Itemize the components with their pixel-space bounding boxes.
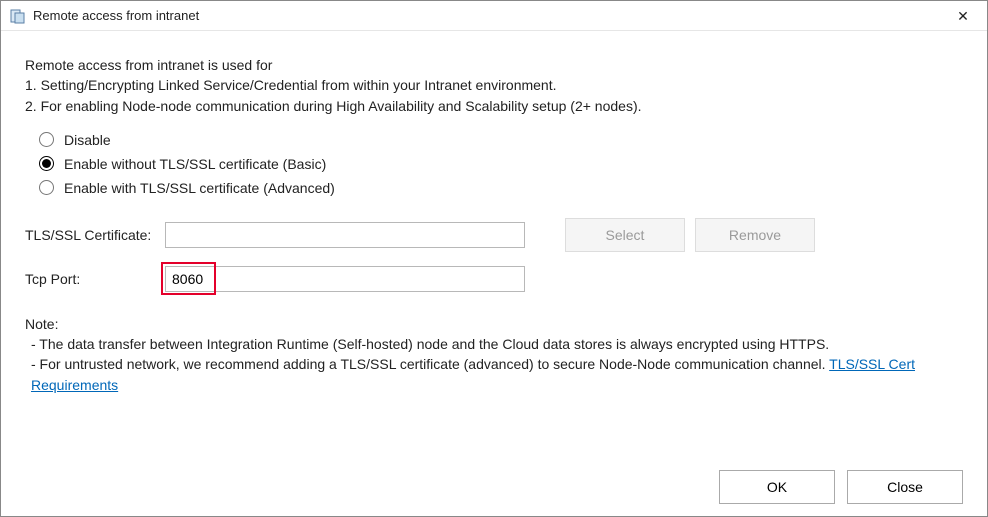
close-footer-button[interactable]: Close — [847, 470, 963, 504]
radio-advanced-label: Enable with TLS/SSL certificate (Advance… — [64, 180, 335, 196]
remove-button: Remove — [695, 218, 815, 252]
titlebar: Remote access from intranet ✕ — [1, 1, 987, 31]
content-area: Remote access from intranet is used for … — [1, 31, 987, 516]
intro-line-1: Remote access from intranet is used for — [25, 55, 963, 75]
note-heading: Note: — [25, 314, 963, 334]
note-line-1: - The data transfer between Integration … — [25, 334, 963, 354]
tcp-port-input[interactable] — [165, 266, 525, 292]
close-icon: ✕ — [957, 9, 969, 23]
radio-group: Disable Enable without TLS/SSL certifica… — [39, 132, 963, 196]
tcp-row: Tcp Port: — [25, 266, 963, 292]
intro-line-2: 1. Setting/Encrypting Linked Service/Cre… — [25, 75, 963, 95]
note-section: Note: - The data transfer between Integr… — [25, 314, 963, 395]
window-title: Remote access from intranet — [33, 8, 943, 23]
ok-button[interactable]: OK — [719, 470, 835, 504]
intro-line-3: 2. For enabling Node-node communication … — [25, 96, 963, 116]
radio-basic-input[interactable] — [39, 156, 54, 171]
tls-label: TLS/SSL Certificate: — [25, 227, 165, 243]
select-button: Select — [565, 218, 685, 252]
close-button[interactable]: ✕ — [943, 2, 983, 30]
footer: OK Close — [25, 458, 963, 504]
note-line-2: - For untrusted network, we recommend ad… — [25, 354, 963, 395]
radio-disable-input[interactable] — [39, 132, 54, 147]
app-icon — [9, 8, 25, 24]
radio-disable-label: Disable — [64, 132, 111, 148]
radio-disable[interactable]: Disable — [39, 132, 963, 148]
tls-row: TLS/SSL Certificate: Select Remove — [25, 218, 963, 252]
radio-basic[interactable]: Enable without TLS/SSL certificate (Basi… — [39, 156, 963, 172]
note-line-2-text: - For untrusted network, we recommend ad… — [31, 356, 829, 372]
radio-advanced-input[interactable] — [39, 180, 54, 195]
tcp-label: Tcp Port: — [25, 271, 165, 287]
tls-certificate-input[interactable] — [165, 222, 525, 248]
radio-advanced[interactable]: Enable with TLS/SSL certificate (Advance… — [39, 180, 963, 196]
intro-text: Remote access from intranet is used for … — [25, 55, 963, 116]
radio-basic-label: Enable without TLS/SSL certificate (Basi… — [64, 156, 326, 172]
